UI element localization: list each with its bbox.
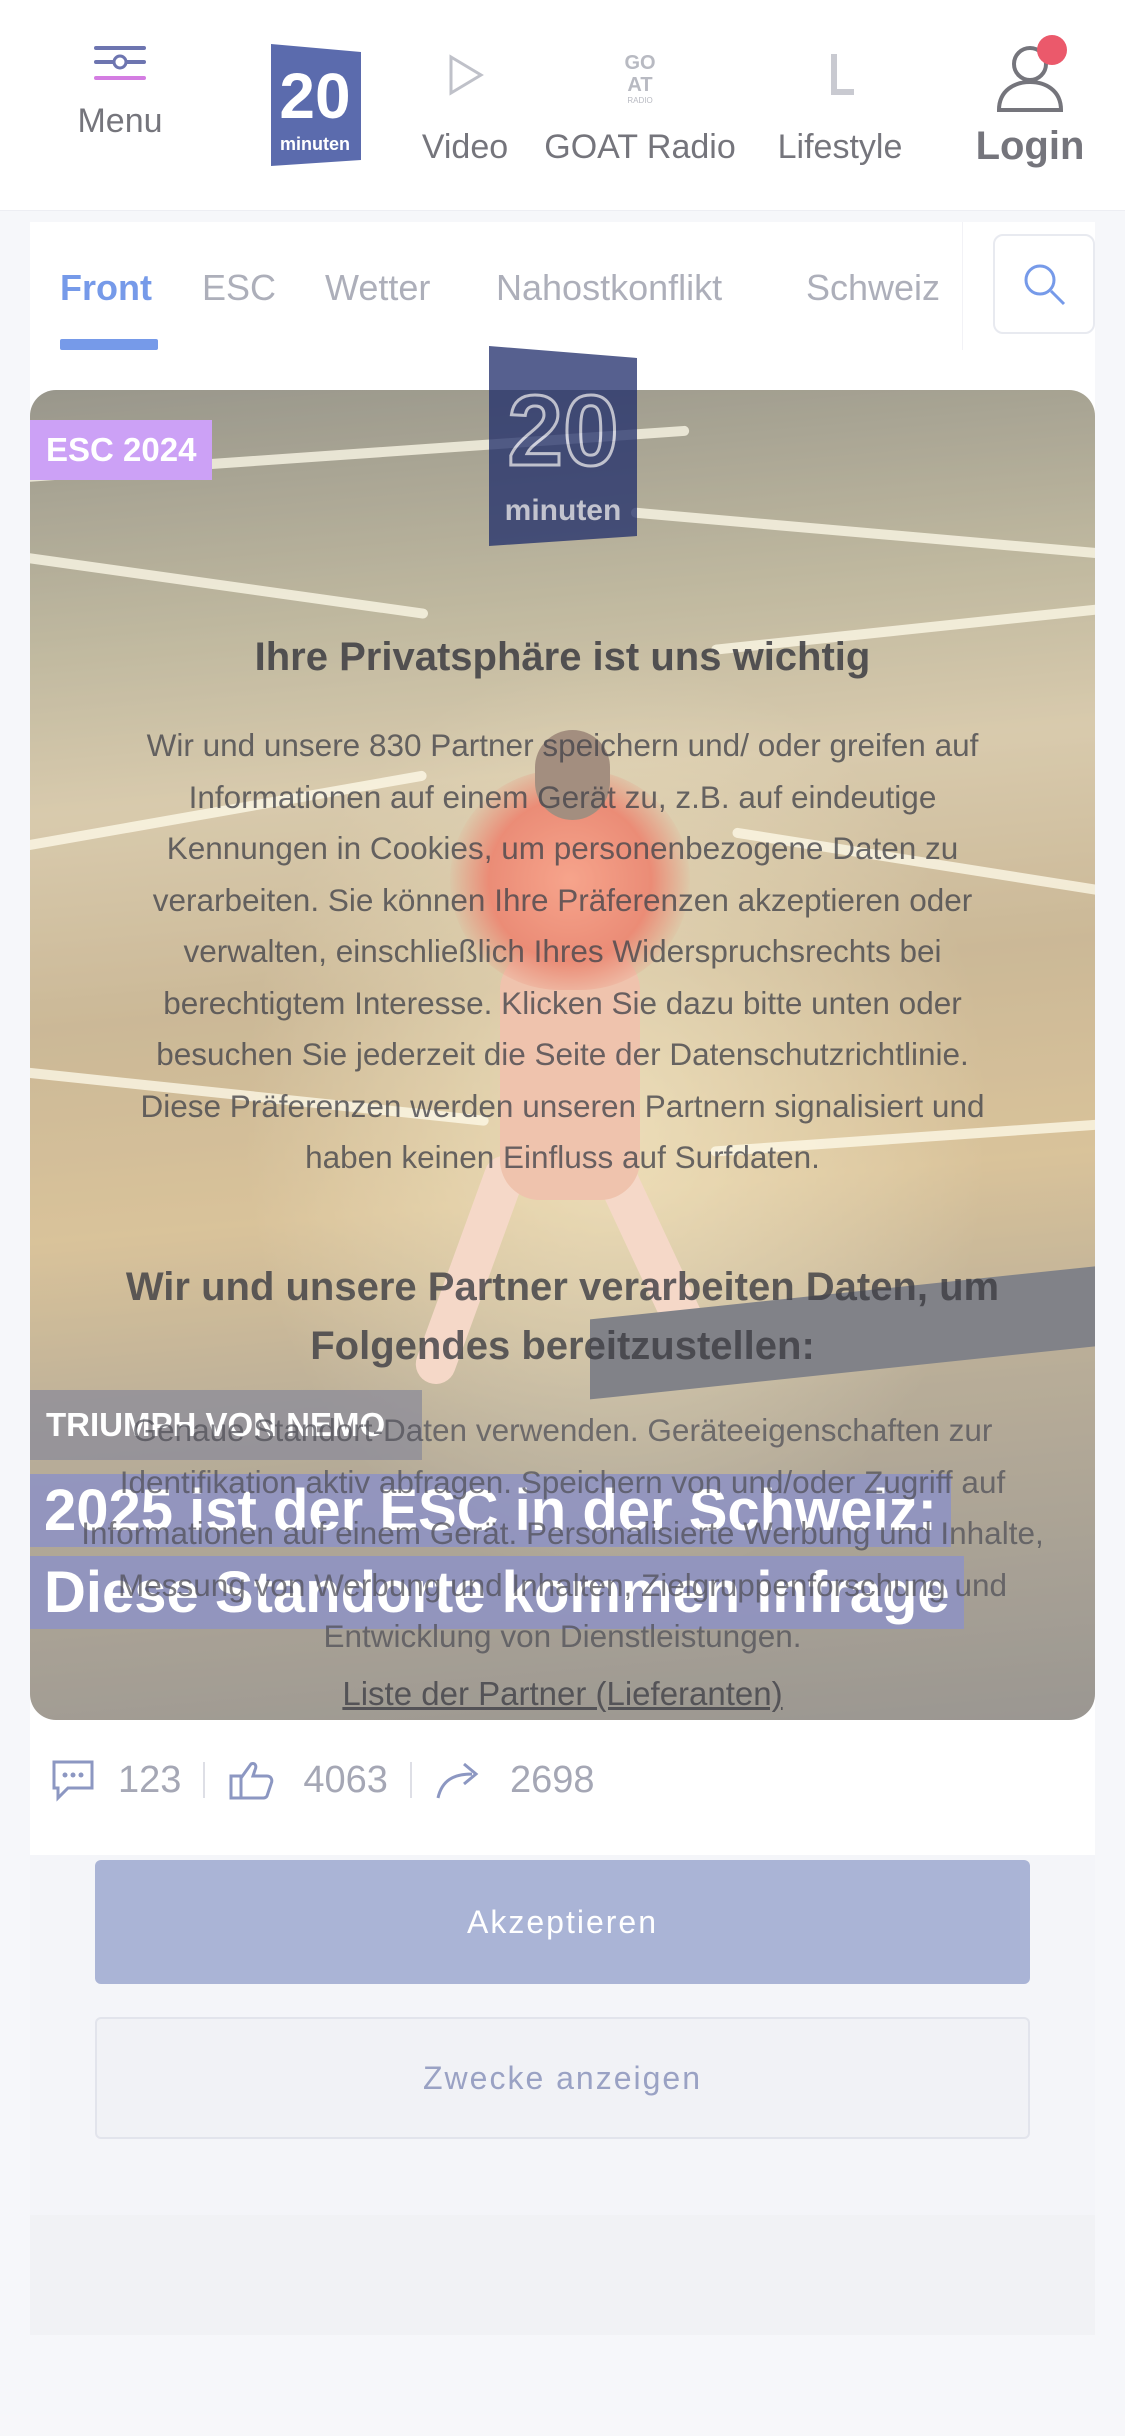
consent-body: Wir und unsere 830 Partner speichern und… [140, 727, 985, 1175]
consent-purposes-text: Genaue Standort-Daten verwenden. Gerätee… [81, 1412, 1044, 1654]
svg-text:minuten: minuten [505, 494, 622, 527]
consent-logo: 20 minuten [483, 340, 643, 550]
accept-button[interactable]: Akzeptieren [95, 1860, 1030, 1984]
show-purposes-button[interactable]: Zwecke anzeigen [95, 2017, 1030, 2139]
partners-list-link[interactable]: Liste der Partner (Lieferanten) [0, 1675, 1125, 1713]
consent-title: Ihre Privatsphäre ist uns wichtig [254, 635, 871, 679]
svg-text:20: 20 [507, 375, 618, 487]
consent-subtitle: Wir und unsere Partner verarbeiten Daten… [125, 1265, 1000, 1368]
